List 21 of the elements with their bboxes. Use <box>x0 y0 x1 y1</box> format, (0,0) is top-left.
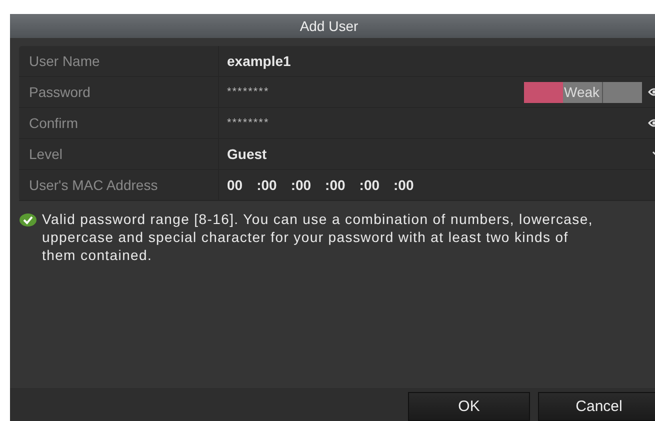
mac-segment-field[interactable]: :00 <box>256 177 277 193</box>
mac-segment-field[interactable]: :00 <box>290 177 312 193</box>
field-label: Password <box>19 77 219 107</box>
user-name-value[interactable]: example1 <box>227 53 291 69</box>
field-label: User's MAC Address <box>19 170 219 200</box>
dialog-button[interactable]: OK <box>408 392 530 421</box>
mac-segment-field[interactable]: :00 <box>325 177 346 193</box>
strength-label: Weak <box>564 84 600 100</box>
password-field[interactable]: ******** <box>227 86 270 98</box>
field-label: Level <box>19 139 219 169</box>
dialog-title: Add User <box>10 14 655 38</box>
dialog-button[interactable]: Cancel <box>538 392 655 421</box>
password-field[interactable]: ******** <box>227 117 270 129</box>
password-hint: Valid password range [8-16]. You can use a combination of numbers, lowercase, uppercase and special character for your password with at least two kinds of them contained. <box>42 210 594 264</box>
mac-segment-field[interactable]: :00 <box>394 177 414 193</box>
field-label: User Name <box>19 46 219 76</box>
field-label: Confirm <box>19 108 219 138</box>
mac-segment-field[interactable]: :00 <box>359 177 380 193</box>
mac-segment-field[interactable]: 00 <box>227 177 243 193</box>
check-icon <box>19 213 37 227</box>
level-dropdown-value[interactable]: Guest <box>227 146 267 162</box>
